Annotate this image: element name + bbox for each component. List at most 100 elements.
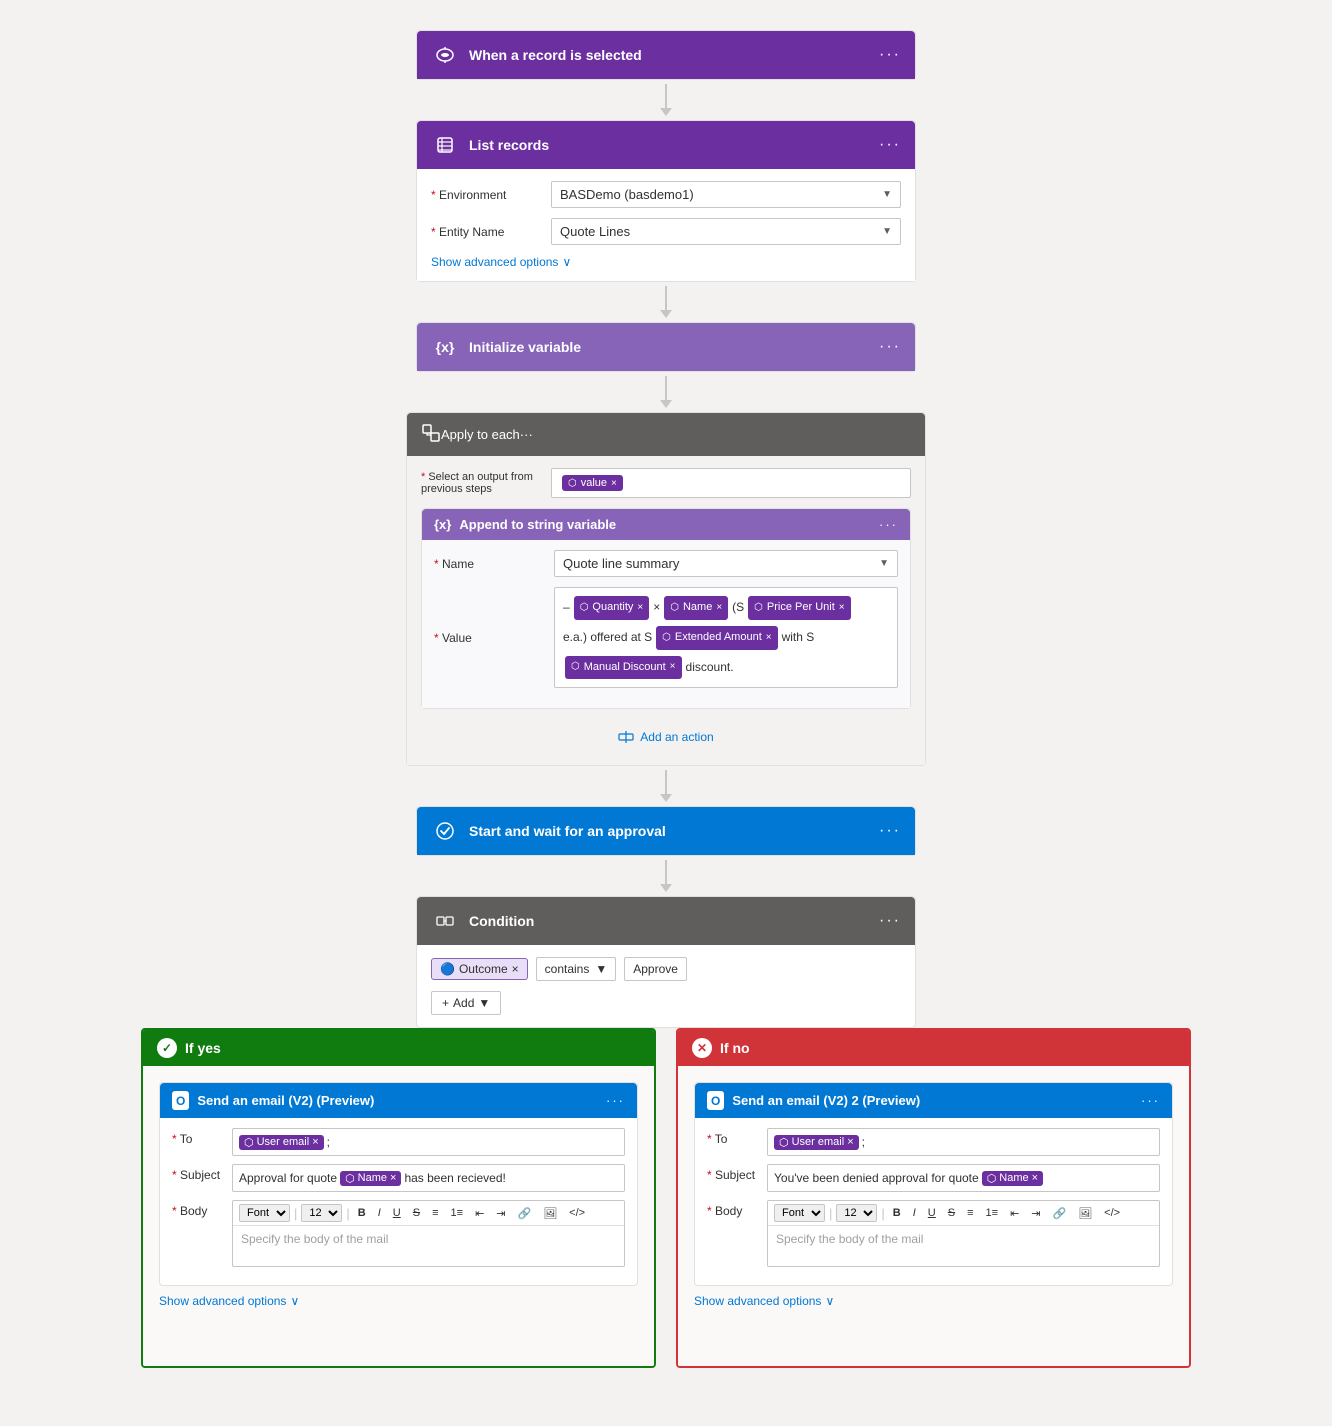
append-string-body: * Name Quote line summary ▼ * Value bbox=[422, 540, 910, 708]
code-btn-no[interactable]: </> bbox=[1100, 1205, 1124, 1221]
init-variable-more[interactable]: ··· bbox=[879, 338, 901, 356]
num-list-btn-no[interactable]: 1≡ bbox=[982, 1205, 1003, 1221]
body-editor-no[interactable]: Font | 12 | B I bbox=[767, 1200, 1160, 1267]
indent-less-btn-yes[interactable]: ⇤ bbox=[471, 1205, 488, 1222]
trigger-header[interactable]: When a record is selected ··· bbox=[417, 31, 915, 79]
contains-dropdown[interactable]: contains ▼ bbox=[536, 957, 617, 981]
email-yes-more[interactable]: ··· bbox=[606, 1093, 625, 1108]
name-tag: ⬡Name × bbox=[664, 596, 728, 620]
approval-more[interactable]: ··· bbox=[879, 822, 901, 840]
value-content[interactable]: – ⬡Quantity × × ⬡Name × (S bbox=[554, 587, 898, 688]
extended-close[interactable]: × bbox=[766, 629, 772, 647]
select-output-input[interactable]: ⬡ value × bbox=[551, 468, 911, 498]
show-advanced-list[interactable]: Show advanced options ∨ bbox=[431, 255, 901, 269]
name-label: * Name bbox=[434, 557, 554, 571]
bullet-list-btn-no[interactable]: ≡ bbox=[963, 1205, 977, 1221]
bullet-list-btn-yes[interactable]: ≡ bbox=[428, 1205, 442, 1221]
editor-content-yes[interactable]: Specify the body of the mail bbox=[233, 1226, 624, 1266]
email-yes-subject-input[interactable]: Approval for quote ⬡ Name × has been rec… bbox=[232, 1164, 625, 1192]
append-string-header[interactable]: {x} Append to string variable ··· bbox=[422, 509, 910, 540]
select-output-value: ⬡ value × bbox=[551, 468, 911, 498]
apply-each-more[interactable]: ··· bbox=[520, 427, 533, 442]
apply-each-body: * Select an output from previous steps ⬡… bbox=[407, 456, 925, 765]
init-variable-card: {x} Initialize variable ··· bbox=[416, 322, 916, 372]
strikethrough-btn-no[interactable]: S bbox=[944, 1205, 959, 1221]
show-advanced-no[interactable]: Show advanced options ∨ bbox=[694, 1294, 1173, 1308]
toolbar-sep1: | bbox=[294, 1206, 297, 1221]
environment-value[interactable]: BASDemo (basdemo1) ▼ bbox=[551, 181, 901, 208]
italic-btn-no[interactable]: I bbox=[909, 1205, 920, 1221]
indent-more-btn-yes[interactable]: ⇥ bbox=[492, 1205, 509, 1222]
email-yes-header[interactable]: O Send an email (V2) (Preview) ··· bbox=[160, 1083, 637, 1118]
tag-db-icon: ⬡ bbox=[568, 478, 577, 489]
editor-content-no[interactable]: Specify the body of the mail bbox=[768, 1226, 1159, 1266]
size-select-no[interactable]: 12 bbox=[836, 1204, 877, 1222]
link-btn-yes[interactable]: 🔗 bbox=[514, 1205, 536, 1222]
value-content-wrapper: – ⬡Quantity × × ⬡Name × (S bbox=[554, 587, 898, 688]
outcome-close[interactable]: × bbox=[512, 962, 519, 976]
bold-btn-yes[interactable]: B bbox=[354, 1205, 370, 1221]
trigger-more[interactable]: ··· bbox=[879, 46, 901, 64]
add-action-btn[interactable]: Add an action bbox=[421, 721, 911, 753]
bold-btn-no[interactable]: B bbox=[889, 1205, 905, 1221]
email-no-more[interactable]: ··· bbox=[1141, 1093, 1160, 1108]
arrow-4 bbox=[660, 770, 672, 802]
font-select-no[interactable]: Font bbox=[774, 1204, 825, 1222]
condition-title: Condition bbox=[469, 913, 879, 929]
condition-more[interactable]: ··· bbox=[879, 912, 901, 930]
body-editor-yes[interactable]: Font | 12 | B I bbox=[232, 1200, 625, 1267]
indent-more-btn-no[interactable]: ⇥ bbox=[1027, 1205, 1044, 1222]
init-variable-header[interactable]: {x} Initialize variable ··· bbox=[417, 323, 915, 371]
entity-value[interactable]: Quote Lines ▼ bbox=[551, 218, 901, 245]
code-btn-yes[interactable]: </> bbox=[565, 1205, 589, 1221]
email-no-to-row: * To ⬡ User email × ; bbox=[707, 1128, 1160, 1156]
environment-dropdown[interactable]: BASDemo (basdemo1) ▼ bbox=[551, 181, 901, 208]
link-btn-no[interactable]: 🔗 bbox=[1049, 1205, 1071, 1222]
size-select-yes[interactable]: 12 bbox=[301, 1204, 342, 1222]
italic-btn-yes[interactable]: I bbox=[374, 1205, 385, 1221]
approval-card: Start and wait for an approval ··· bbox=[416, 806, 916, 856]
list-records-header[interactable]: List records ··· bbox=[417, 121, 915, 169]
email-no-header[interactable]: O Send an email (V2) 2 (Preview) ··· bbox=[695, 1083, 1172, 1118]
underline-btn-no[interactable]: U bbox=[924, 1205, 940, 1221]
entity-dropdown[interactable]: Quote Lines ▼ bbox=[551, 218, 901, 245]
value-label: * Value bbox=[434, 631, 554, 645]
name-row: * Name Quote line summary ▼ bbox=[434, 550, 898, 577]
email-no-subject-input[interactable]: You've been denied approval for quote ⬡ … bbox=[767, 1164, 1160, 1192]
quantity-close[interactable]: × bbox=[637, 599, 643, 617]
value-tag-close[interactable]: × bbox=[611, 478, 617, 489]
email-yes-body-row: * Body Font | bbox=[172, 1200, 625, 1267]
name-value[interactable]: Quote line summary ▼ bbox=[554, 550, 898, 577]
approve-input[interactable]: Approve bbox=[624, 957, 687, 981]
show-advanced-yes[interactable]: Show advanced options ∨ bbox=[159, 1294, 638, 1308]
add-condition-btn[interactable]: + Add ▼ bbox=[431, 991, 501, 1015]
list-records-card: List records ··· * Environment BASDemo (… bbox=[416, 120, 916, 282]
condition-header[interactable]: Condition ··· bbox=[417, 897, 915, 945]
append-string-more[interactable]: ··· bbox=[879, 517, 898, 532]
manual-close[interactable]: × bbox=[670, 658, 676, 676]
name-dropdown-arrow: ▼ bbox=[879, 558, 889, 569]
arrow-2 bbox=[660, 286, 672, 318]
underline-btn-yes[interactable]: U bbox=[389, 1205, 405, 1221]
num-list-btn-yes[interactable]: 1≡ bbox=[447, 1205, 468, 1221]
image-btn-yes[interactable]: 🖼 bbox=[539, 1205, 561, 1222]
toolbar-no: Font | 12 | B I bbox=[768, 1201, 1159, 1226]
apply-each-header[interactable]: Apply to each ··· bbox=[407, 413, 925, 456]
times-text: × bbox=[653, 597, 660, 619]
price-close[interactable]: × bbox=[839, 599, 845, 617]
name-close[interactable]: × bbox=[716, 599, 722, 617]
list-records-more[interactable]: ··· bbox=[879, 136, 901, 154]
approval-header[interactable]: Start and wait for an approval ··· bbox=[417, 807, 915, 855]
indent-less-btn-no[interactable]: ⇤ bbox=[1006, 1205, 1023, 1222]
image-btn-no[interactable]: 🖼 bbox=[1074, 1205, 1096, 1222]
entity-row: * Entity Name Quote Lines ▼ bbox=[431, 218, 901, 245]
font-select-yes[interactable]: Font bbox=[239, 1204, 290, 1222]
approval-title: Start and wait for an approval bbox=[469, 823, 879, 839]
email-yes-to-input[interactable]: ⬡ User email × ; bbox=[232, 1128, 625, 1156]
name-dropdown[interactable]: Quote line summary ▼ bbox=[554, 550, 898, 577]
strikethrough-btn-yes[interactable]: S bbox=[409, 1205, 424, 1221]
subject-name-tag-no: ⬡ Name × bbox=[982, 1171, 1043, 1186]
email-no-to-input[interactable]: ⬡ User email × ; bbox=[767, 1128, 1160, 1156]
arrow-3 bbox=[660, 376, 672, 408]
environment-row: * Environment BASDemo (basdemo1) ▼ bbox=[431, 181, 901, 208]
